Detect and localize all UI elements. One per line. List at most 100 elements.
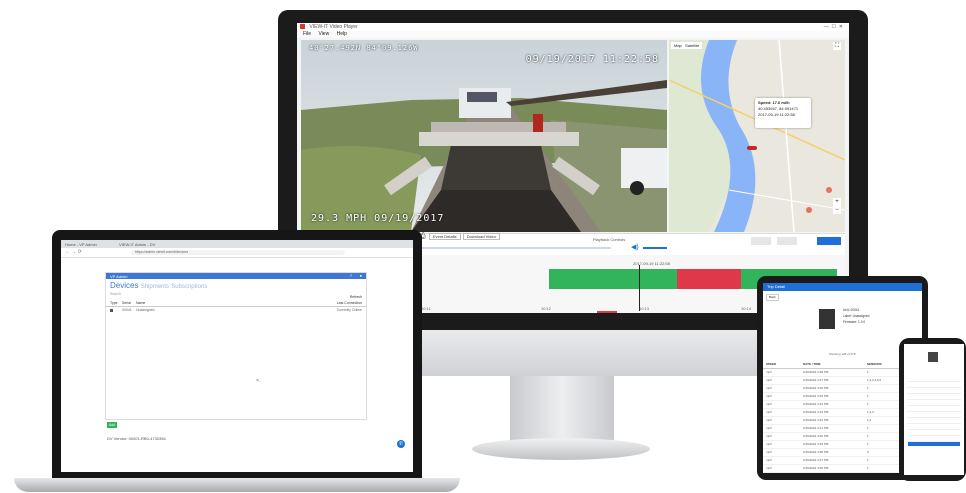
volume-icon[interactable]: ◀) xyxy=(631,243,639,251)
table-row[interactable]: 00041 Unassigned Currently Online xyxy=(106,307,366,313)
col-serial[interactable]: Serial xyxy=(122,300,131,306)
chat-bubble-icon[interactable]: ✆ xyxy=(397,440,405,448)
zoom-controls-icon[interactable]: + − xyxy=(833,198,841,214)
col-speed[interactable]: SPEED xyxy=(766,361,776,368)
cell-speed: mph xyxy=(766,410,772,414)
cell-datetime: 2/19/2022 4:41 PM xyxy=(803,426,829,430)
cell-datetime: 2/19/2022 4:43 PM xyxy=(803,410,829,414)
browser-toolbar: ← → ⟳ https://admin.viewit.com/#/devices xyxy=(61,248,413,258)
cell-sensors: 1 xyxy=(867,426,869,430)
popup-time: 2017-09-19 11:22:58 xyxy=(758,112,795,117)
menu-bar: File View Help xyxy=(297,31,849,38)
record-count: Showing 128 of 278 xyxy=(829,352,856,356)
map-canvas xyxy=(669,40,845,232)
phone-device-photo xyxy=(928,352,938,362)
app-logo-icon xyxy=(300,24,305,30)
map-button[interactable] xyxy=(817,237,841,245)
cell-speed: mph xyxy=(766,378,772,382)
col-datetime[interactable]: DATE / TIME xyxy=(803,361,821,368)
admin-panel: VP Admin ? ● Devices Shipments Subscript… xyxy=(105,272,367,420)
cell-sensors: 1 xyxy=(867,370,869,374)
cell-sensors: 4 xyxy=(867,450,869,454)
add-button[interactable]: Add xyxy=(107,422,117,428)
timeline-segment-normal[interactable] xyxy=(549,269,677,289)
browser-tab[interactable]: VIEW-IT Admin - DV xyxy=(119,242,155,247)
nav-link-shipments[interactable]: Shipments xyxy=(141,284,169,290)
menu-help[interactable]: Help xyxy=(337,31,347,37)
nav-link-subscriptions[interactable]: Subscriptions xyxy=(171,284,207,290)
mouse-cursor-icon: ↖ xyxy=(256,378,261,384)
video-gps-overlay: 40°27.492N 84°09.126W xyxy=(309,44,419,52)
timeline-tick-label: 10:12 xyxy=(541,306,552,311)
monitor-stand-neck xyxy=(510,376,614,440)
timeline-segment-event[interactable] xyxy=(677,269,741,289)
cell-speed: mph xyxy=(766,450,772,454)
zoom-out-button[interactable] xyxy=(751,237,771,245)
cell-name: Unassigned xyxy=(136,308,155,312)
app-nav-title: VP Admin xyxy=(110,273,128,279)
map-type-tabs[interactable]: Map Satellite xyxy=(671,42,703,49)
zoom-in-button[interactable] xyxy=(777,237,797,245)
cell-sensors: 1 xyxy=(867,458,869,462)
cell-speed: mph xyxy=(766,426,772,430)
app-page-header: Devices Shipments Subscriptions xyxy=(110,281,207,290)
map-pane[interactable]: Map Satellite Speed: 17.6 mi/h 40.453947… xyxy=(669,40,845,232)
back-button[interactable]: Back xyxy=(766,294,779,301)
timeline-playhead[interactable] xyxy=(639,265,640,311)
timeline-tick-label: 10:13 xyxy=(639,306,650,311)
laptop-screen: Home - VP Admin VIEW-IT Admin - DV ← → ⟳… xyxy=(61,240,413,472)
cell-speed: mph xyxy=(766,466,772,470)
page-title[interactable]: Devices xyxy=(110,281,138,290)
phone-action-bar[interactable] xyxy=(908,442,960,446)
cell-speed: mph xyxy=(766,394,772,398)
menu-file[interactable]: File xyxy=(303,31,311,37)
device-photo xyxy=(819,309,835,329)
browser-tab[interactable]: Home - VP Admin xyxy=(65,242,97,247)
monitor-toolbar: ⎙ Event Details Download Video xyxy=(420,233,630,241)
cell-datetime: 2/19/2022 4:45 PM xyxy=(803,394,829,398)
help-icon[interactable]: ? xyxy=(350,273,352,278)
col-type[interactable]: Type xyxy=(110,300,118,306)
phone-table xyxy=(904,376,964,442)
user-menu-icon[interactable]: ● xyxy=(360,273,362,278)
app-navbar: VP Admin ? ● xyxy=(106,273,366,279)
search-input[interactable]: Search xyxy=(110,292,121,296)
cell-speed: mph xyxy=(766,370,772,374)
volume-slider[interactable] xyxy=(643,247,667,249)
video-datetime-overlay: 09/19/2017 11:22:58 xyxy=(525,54,659,65)
col-sensors[interactable]: SENSORS xyxy=(867,361,882,368)
tablet-header: Trip Detail xyxy=(763,283,922,291)
event-details-button[interactable]: Event Details xyxy=(428,233,461,240)
cell-speed: mph xyxy=(766,458,772,462)
map-info-popup[interactable]: Speed: 17.6 mi/h 40.453947, 84.091471 20… xyxy=(755,98,811,128)
cell-sensors: 1 xyxy=(867,386,869,390)
cell-datetime: 2/19/2022 4:42 PM xyxy=(803,418,829,422)
col-last-connection[interactable]: Last Connection xyxy=(337,300,362,306)
vendor-footer: DV Vendor: 00001-RB0-4730356 xyxy=(107,436,166,441)
cell-datetime: 2/19/2022 4:36 PM xyxy=(803,466,829,470)
browser-nav-icons[interactable]: ← → ⟳ xyxy=(65,249,82,255)
video-pane[interactable]: 40°27.492N 84°09.126W 09/19/2017 11:22:5… xyxy=(301,40,667,232)
cell-speed: mph xyxy=(766,402,772,406)
address-bar[interactable]: https://admin.viewit.com/#/devices xyxy=(131,250,345,255)
fullscreen-icon[interactable]: ⛶ xyxy=(833,42,841,50)
window-title: VIEW-IT Video Player xyxy=(309,24,358,30)
map-tab-satellite[interactable]: Satellite xyxy=(685,43,699,48)
cell-speed: mph xyxy=(766,434,772,438)
col-name[interactable]: Name xyxy=(136,300,145,306)
device-icon xyxy=(110,308,113,312)
device-details: Unit: 00041 Label: Unassigned Firmware: … xyxy=(843,307,869,325)
cell-sensors: 1,2,3,4,5,6 xyxy=(867,378,882,382)
cell-datetime: 2/19/2022 4:38 PM xyxy=(803,450,829,454)
map-tab-map[interactable]: Map xyxy=(674,43,682,48)
cell-sensors: 1 xyxy=(867,466,869,470)
video-frame xyxy=(301,40,667,232)
cell-sensors: 1 xyxy=(867,394,869,398)
download-video-button[interactable]: Download Video xyxy=(462,233,500,240)
window-controls-icon[interactable]: — ☐ ✕ xyxy=(824,23,843,31)
menu-view[interactable]: View xyxy=(318,31,329,37)
refresh-button[interactable]: Refresh xyxy=(350,295,362,299)
cell-datetime: 2/19/2022 4:48 PM xyxy=(803,370,829,374)
monitor-stand-base xyxy=(472,438,650,460)
cell-sensors: 1 xyxy=(867,434,869,438)
